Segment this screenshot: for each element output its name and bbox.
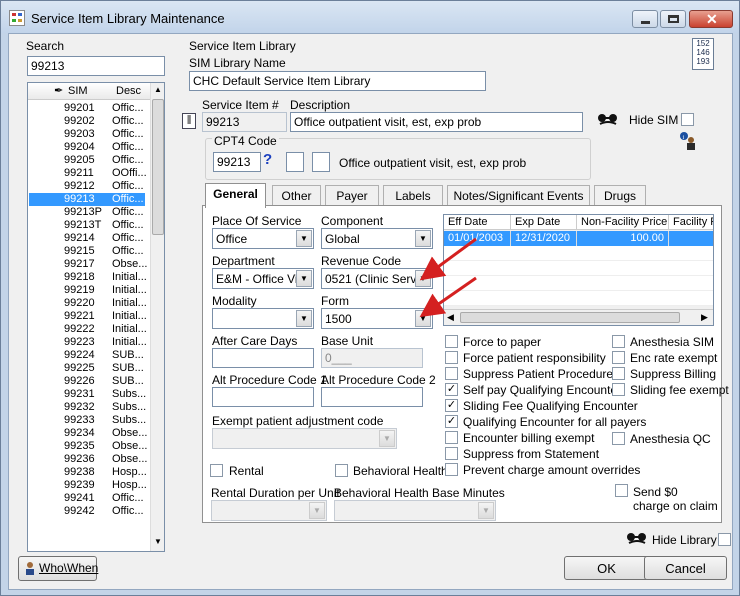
ok-label: OK (597, 561, 616, 576)
annotation-arrows (419, 237, 477, 318)
maximize-icon (668, 15, 679, 23)
tab-general[interactable]: General (205, 183, 266, 208)
close-button[interactable]: ✕ (689, 10, 733, 28)
cancel-button[interactable]: Cancel (644, 556, 727, 580)
arrow-to-form (419, 276, 477, 318)
minimize-icon (641, 21, 650, 24)
app-window: Service Item Library Maintenance ✕ Searc… (0, 0, 740, 596)
maximize-button[interactable] (660, 10, 686, 28)
close-icon: ✕ (706, 11, 718, 27)
disguise-icon (623, 531, 651, 547)
app-icon (9, 10, 25, 26)
hide-library-label: Hide Library (652, 533, 717, 547)
whowhen-button[interactable]: Who\When (18, 556, 99, 581)
window-title: Service Item Library Maintenance (31, 11, 225, 26)
cancel-label: Cancel (665, 561, 706, 576)
client-area: Search 99213 ✒ SIM Desc 99201 Offic... 992… (8, 33, 733, 590)
person-icon (23, 561, 37, 575)
minimize-button[interactable] (632, 10, 658, 28)
ok-button[interactable]: OK (564, 556, 649, 580)
hide-library-checkbox[interactable] (718, 533, 731, 546)
whowhen-label: Who\When (39, 561, 99, 575)
title-bar: Service Item Library Maintenance ✕ (1, 1, 739, 33)
arrow-to-revenue-code (419, 237, 477, 281)
